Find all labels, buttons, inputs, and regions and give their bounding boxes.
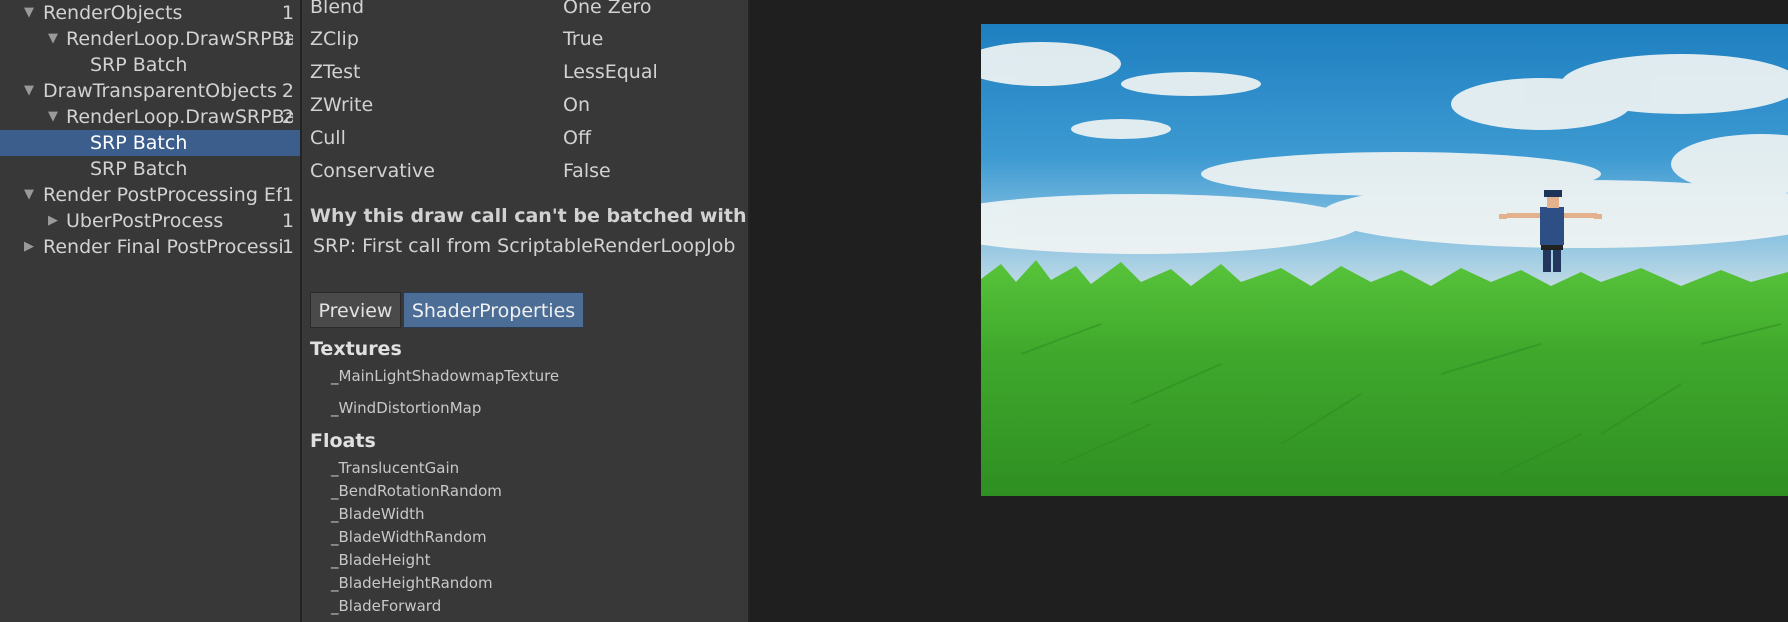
state-key: ZTest [310, 61, 361, 83]
tree-row-count: 1 [281, 2, 294, 24]
render-state-row-blend: Blend One Zero [310, 0, 740, 22]
tree-row-label: RenderLoop.DrawSRPBatcher [66, 106, 293, 128]
state-value: False [563, 160, 611, 182]
tree-row-count: 2 [281, 80, 294, 102]
collapsed-arrow-icon[interactable]: ▶ [22, 234, 36, 260]
tree-row-count: 1 [281, 184, 294, 206]
state-value: One Zero [563, 0, 652, 18]
tree-row-renderloop-drawsrp[interactable]: ▼ RenderLoop.DrawSRPBatcher 2 [0, 104, 300, 130]
expanded-arrow-icon[interactable]: ▼ [46, 104, 60, 130]
tree-row-render-final-postprocessing[interactable]: ▶ Render Final PostProcessing 1 [0, 234, 300, 260]
expanded-arrow-icon[interactable]: ▼ [46, 26, 60, 52]
textures-group-title: Textures [310, 338, 402, 360]
grass-field [981, 260, 1788, 496]
tree-row-srp-batch[interactable]: SRP Batch [0, 52, 300, 78]
tree-row-label: Render PostProcessing Effects [43, 184, 282, 206]
expanded-arrow-icon[interactable]: ▼ [22, 0, 36, 26]
tree-row-label: SRP Batch [90, 132, 188, 154]
floats-group-title: Floats [310, 430, 376, 452]
float-property: _BladeWidth [331, 505, 425, 523]
tree-row-count: 1 [281, 210, 294, 232]
tree-row-srp-batch-selected[interactable]: SRP Batch [0, 130, 300, 156]
render-state-row-cull: Cull Off [310, 123, 740, 153]
game-view-render[interactable] [981, 24, 1788, 496]
tree-row-srp-batch[interactable]: SRP Batch [0, 156, 300, 182]
tree-row-uber-postprocess[interactable]: ▶ UberPostProcess 1 [0, 208, 300, 234]
shader-properties-list: Textures _MainLightShadowmapTexture _Win… [310, 336, 730, 622]
float-property: _BladeHeight [331, 551, 431, 569]
batch-break-reason: SRP: First call from ScriptableRenderLoo… [313, 235, 736, 257]
scene-illustration [981, 42, 1788, 496]
tree-row-count: 1 [281, 236, 294, 258]
render-state-row-zwrite: ZWrite On [310, 90, 740, 120]
tree-row-renderloop-drawsrp[interactable]: ▼ RenderLoop.DrawSRPBatcher 1 [0, 26, 300, 52]
expanded-arrow-icon[interactable]: ▼ [22, 78, 36, 104]
state-value: LessEqual [563, 61, 658, 83]
game-view-panel [750, 0, 1788, 622]
tree-row-label: RenderLoop.DrawSRPBatcher [66, 28, 293, 50]
render-state-row-zclip: ZClip True [310, 24, 740, 54]
tab-preview[interactable]: Preview [310, 292, 401, 328]
state-key: Conservative [310, 160, 435, 182]
float-property: _BladeHeightRandom [331, 574, 493, 592]
tree-row-label: DrawTransparentObjects [43, 80, 277, 102]
batch-break-heading: Why this draw call can't be batched with… [310, 205, 750, 227]
float-property: _BladeWidthRandom [331, 528, 487, 546]
render-state-row-conservative: Conservative False [310, 156, 740, 186]
tree-row-label: Render Final PostProcessing [43, 236, 282, 258]
state-key: ZWrite [310, 94, 374, 116]
tab-shader-properties[interactable]: ShaderProperties [403, 292, 584, 328]
draw-call-inspector: Blend One Zero ZClip True ZTest LessEqua… [302, 0, 1046, 622]
tree-row-label: SRP Batch [90, 54, 188, 76]
tree-row-count: 1 [281, 28, 294, 50]
float-property: _BendRotationRandom [331, 482, 502, 500]
tree-row-label: RenderObjects [43, 2, 183, 24]
collapsed-arrow-icon[interactable]: ▶ [46, 208, 60, 234]
tree-row-count: 2 [281, 106, 294, 128]
texture-property: _MainLightShadowmapTexture [331, 367, 560, 385]
clouds [981, 42, 1788, 254]
tree-row-draw-transparent-objects[interactable]: ▼ DrawTransparentObjects 2 [0, 78, 300, 104]
tree-row-render-objects[interactable]: ▼ RenderObjects 1 [0, 0, 300, 26]
state-value: True [563, 28, 604, 50]
state-key: Cull [310, 127, 346, 149]
float-property: _BladeForward [331, 597, 442, 615]
float-property: _TranslucentGain [331, 459, 460, 477]
state-key: Blend [310, 0, 365, 18]
tree-row-label: SRP Batch [90, 158, 188, 180]
render-state-row-ztest: ZTest LessEqual [310, 57, 740, 87]
expanded-arrow-icon[interactable]: ▼ [22, 182, 36, 208]
state-key: ZClip [310, 28, 359, 50]
state-value: Off [563, 127, 592, 149]
tree-row-render-postprocessing-effects[interactable]: ▼ Render PostProcessing Effects 1 [0, 182, 300, 208]
texture-property: _WindDistortionMap [331, 399, 482, 417]
frame-debugger-tree: ▼ RenderObjects 1 ▼ RenderLoop.DrawSRPBa… [0, 0, 302, 622]
tree-row-label: UberPostProcess [66, 210, 224, 232]
state-value: On [563, 94, 590, 116]
